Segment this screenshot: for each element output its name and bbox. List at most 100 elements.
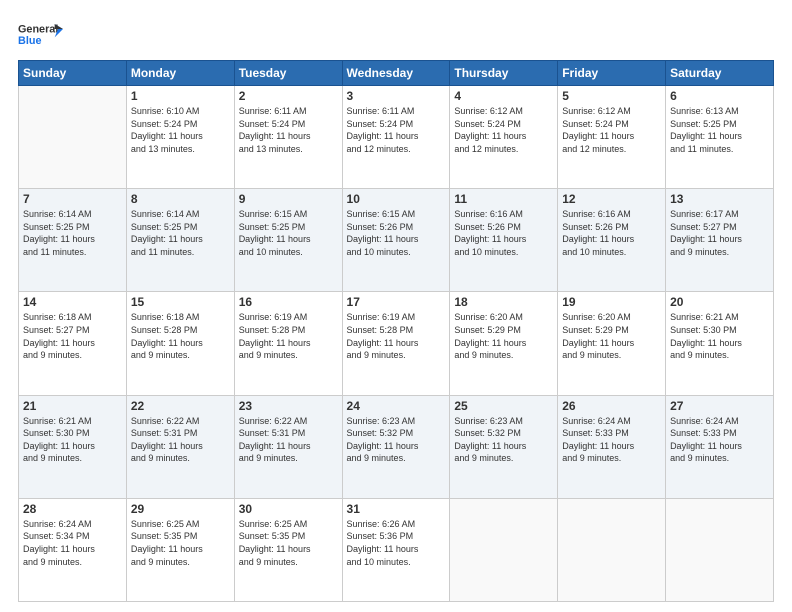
day-number: 30: [239, 502, 338, 516]
calendar-week-row: 21 Sunrise: 6:21 AM Sunset: 5:30 PM Dayli…: [19, 395, 774, 498]
day-info: Sunrise: 6:17 AM Sunset: 5:27 PM Dayligh…: [670, 208, 769, 258]
day-info: Sunrise: 6:23 AM Sunset: 5:32 PM Dayligh…: [454, 415, 553, 465]
calendar-week-row: 1Sunrise: 6:10 AM Sunset: 5:24 PM Daylig…: [19, 86, 774, 189]
calendar-cell: 3 Sunrise: 6:11 AM Sunset: 5:24 PM Daylig…: [342, 86, 450, 189]
weekday-header-saturday: Saturday: [666, 61, 774, 86]
calendar-cell: 28Sunrise: 6:24 AM Sunset: 5:34 PM Dayli…: [19, 498, 127, 601]
calendar-cell: 21 Sunrise: 6:21 AM Sunset: 5:30 PM Dayli…: [19, 395, 127, 498]
day-number: 3: [347, 89, 446, 103]
weekday-header-monday: Monday: [126, 61, 234, 86]
day-info: Sunrise: 6:19 AM Sunset: 5:28 PM Dayligh…: [239, 311, 338, 361]
calendar-cell: [19, 86, 127, 189]
calendar-cell: [558, 498, 666, 601]
day-info: Sunrise: 6:15 AM Sunset: 5:26 PM Dayligh…: [347, 208, 446, 258]
day-number: 4: [454, 89, 553, 103]
day-number: 19: [562, 295, 661, 309]
day-number: 13: [670, 192, 769, 206]
header: GeneralBlue: [18, 18, 774, 50]
calendar-cell: 24 Sunrise: 6:23 AM Sunset: 5:32 PM Dayli…: [342, 395, 450, 498]
calendar-cell: [450, 498, 558, 601]
calendar-cell: [666, 498, 774, 601]
day-info: Sunrise: 6:15 AM Sunset: 5:25 PM Dayligh…: [239, 208, 338, 258]
day-info: Sunrise: 6:10 AM Sunset: 5:24 PM Dayligh…: [131, 105, 230, 155]
day-info: Sunrise: 6:18 AM Sunset: 5:28 PM Dayligh…: [131, 311, 230, 361]
day-info: Sunrise: 6:12 AM Sunset: 5:24 PM Dayligh…: [562, 105, 661, 155]
day-info: Sunrise: 6:21 AM Sunset: 5:30 PM Dayligh…: [670, 311, 769, 361]
day-number: 26: [562, 399, 661, 413]
day-number: 2: [239, 89, 338, 103]
day-info: Sunrise: 6:26 AM Sunset: 5:36 PM Dayligh…: [347, 518, 446, 568]
day-number: 9: [239, 192, 338, 206]
day-number: 10: [347, 192, 446, 206]
day-number: 27: [670, 399, 769, 413]
day-info: Sunrise: 6:16 AM Sunset: 5:26 PM Dayligh…: [454, 208, 553, 258]
page: GeneralBlue SundayMondayTuesdayWednesday…: [0, 0, 792, 612]
calendar-cell: 23 Sunrise: 6:22 AM Sunset: 5:31 PM Dayli…: [234, 395, 342, 498]
calendar-cell: 1Sunrise: 6:10 AM Sunset: 5:24 PM Daylig…: [126, 86, 234, 189]
calendar-cell: 9 Sunrise: 6:15 AM Sunset: 5:25 PM Daylig…: [234, 189, 342, 292]
calendar-cell: 31 Sunrise: 6:26 AM Sunset: 5:36 PM Dayli…: [342, 498, 450, 601]
day-info: Sunrise: 6:20 AM Sunset: 5:29 PM Dayligh…: [454, 311, 553, 361]
logo-icon: GeneralBlue: [18, 18, 68, 50]
day-info: Sunrise: 6:21 AM Sunset: 5:30 PM Dayligh…: [23, 415, 122, 465]
calendar-cell: 5 Sunrise: 6:12 AM Sunset: 5:24 PM Daylig…: [558, 86, 666, 189]
day-info: Sunrise: 6:13 AM Sunset: 5:25 PM Dayligh…: [670, 105, 769, 155]
calendar-cell: 20 Sunrise: 6:21 AM Sunset: 5:30 PM Dayli…: [666, 292, 774, 395]
day-number: 14: [23, 295, 122, 309]
calendar-cell: 11 Sunrise: 6:16 AM Sunset: 5:26 PM Dayli…: [450, 189, 558, 292]
svg-text:Blue: Blue: [18, 35, 41, 47]
calendar-cell: 7 Sunrise: 6:14 AM Sunset: 5:25 PM Daylig…: [19, 189, 127, 292]
day-number: 24: [347, 399, 446, 413]
calendar-week-row: 14Sunrise: 6:18 AM Sunset: 5:27 PM Dayli…: [19, 292, 774, 395]
day-info: Sunrise: 6:24 AM Sunset: 5:33 PM Dayligh…: [670, 415, 769, 465]
weekday-header-tuesday: Tuesday: [234, 61, 342, 86]
day-number: 17: [347, 295, 446, 309]
svg-text:General: General: [18, 23, 58, 35]
day-info: Sunrise: 6:20 AM Sunset: 5:29 PM Dayligh…: [562, 311, 661, 361]
calendar-cell: 30 Sunrise: 6:25 AM Sunset: 5:35 PM Dayli…: [234, 498, 342, 601]
day-info: Sunrise: 6:25 AM Sunset: 5:35 PM Dayligh…: [239, 518, 338, 568]
calendar-week-row: 7 Sunrise: 6:14 AM Sunset: 5:25 PM Daylig…: [19, 189, 774, 292]
day-info: Sunrise: 6:24 AM Sunset: 5:33 PM Dayligh…: [562, 415, 661, 465]
day-info: Sunrise: 6:22 AM Sunset: 5:31 PM Dayligh…: [131, 415, 230, 465]
day-number: 21: [23, 399, 122, 413]
weekday-header-sunday: Sunday: [19, 61, 127, 86]
day-info: Sunrise: 6:14 AM Sunset: 5:25 PM Dayligh…: [131, 208, 230, 258]
day-info: Sunrise: 6:22 AM Sunset: 5:31 PM Dayligh…: [239, 415, 338, 465]
day-number: 11: [454, 192, 553, 206]
calendar-cell: 25 Sunrise: 6:23 AM Sunset: 5:32 PM Dayli…: [450, 395, 558, 498]
day-number: 31: [347, 502, 446, 516]
day-number: 25: [454, 399, 553, 413]
day-info: Sunrise: 6:25 AM Sunset: 5:35 PM Dayligh…: [131, 518, 230, 568]
day-info: Sunrise: 6:23 AM Sunset: 5:32 PM Dayligh…: [347, 415, 446, 465]
day-number: 16: [239, 295, 338, 309]
calendar-cell: 19 Sunrise: 6:20 AM Sunset: 5:29 PM Dayli…: [558, 292, 666, 395]
day-number: 23: [239, 399, 338, 413]
day-info: Sunrise: 6:11 AM Sunset: 5:24 PM Dayligh…: [347, 105, 446, 155]
day-number: 6: [670, 89, 769, 103]
day-number: 18: [454, 295, 553, 309]
day-info: Sunrise: 6:12 AM Sunset: 5:24 PM Dayligh…: [454, 105, 553, 155]
day-info: Sunrise: 6:11 AM Sunset: 5:24 PM Dayligh…: [239, 105, 338, 155]
day-number: 20: [670, 295, 769, 309]
logo: GeneralBlue: [18, 18, 68, 50]
day-number: 5: [562, 89, 661, 103]
calendar-cell: 10 Sunrise: 6:15 AM Sunset: 5:26 PM Dayli…: [342, 189, 450, 292]
day-number: 28: [23, 502, 122, 516]
day-number: 12: [562, 192, 661, 206]
calendar-cell: 6 Sunrise: 6:13 AM Sunset: 5:25 PM Daylig…: [666, 86, 774, 189]
weekday-header-row: SundayMondayTuesdayWednesdayThursdayFrid…: [19, 61, 774, 86]
day-info: Sunrise: 6:14 AM Sunset: 5:25 PM Dayligh…: [23, 208, 122, 258]
weekday-header-wednesday: Wednesday: [342, 61, 450, 86]
calendar-cell: 16 Sunrise: 6:19 AM Sunset: 5:28 PM Dayli…: [234, 292, 342, 395]
day-number: 22: [131, 399, 230, 413]
day-number: 7: [23, 192, 122, 206]
calendar-cell: 13 Sunrise: 6:17 AM Sunset: 5:27 PM Dayli…: [666, 189, 774, 292]
weekday-header-friday: Friday: [558, 61, 666, 86]
calendar-cell: 2 Sunrise: 6:11 AM Sunset: 5:24 PM Daylig…: [234, 86, 342, 189]
day-number: 15: [131, 295, 230, 309]
calendar-cell: 15 Sunrise: 6:18 AM Sunset: 5:28 PM Dayli…: [126, 292, 234, 395]
day-number: 29: [131, 502, 230, 516]
day-number: 8: [131, 192, 230, 206]
calendar-cell: 17Sunrise: 6:19 AM Sunset: 5:28 PM Dayli…: [342, 292, 450, 395]
